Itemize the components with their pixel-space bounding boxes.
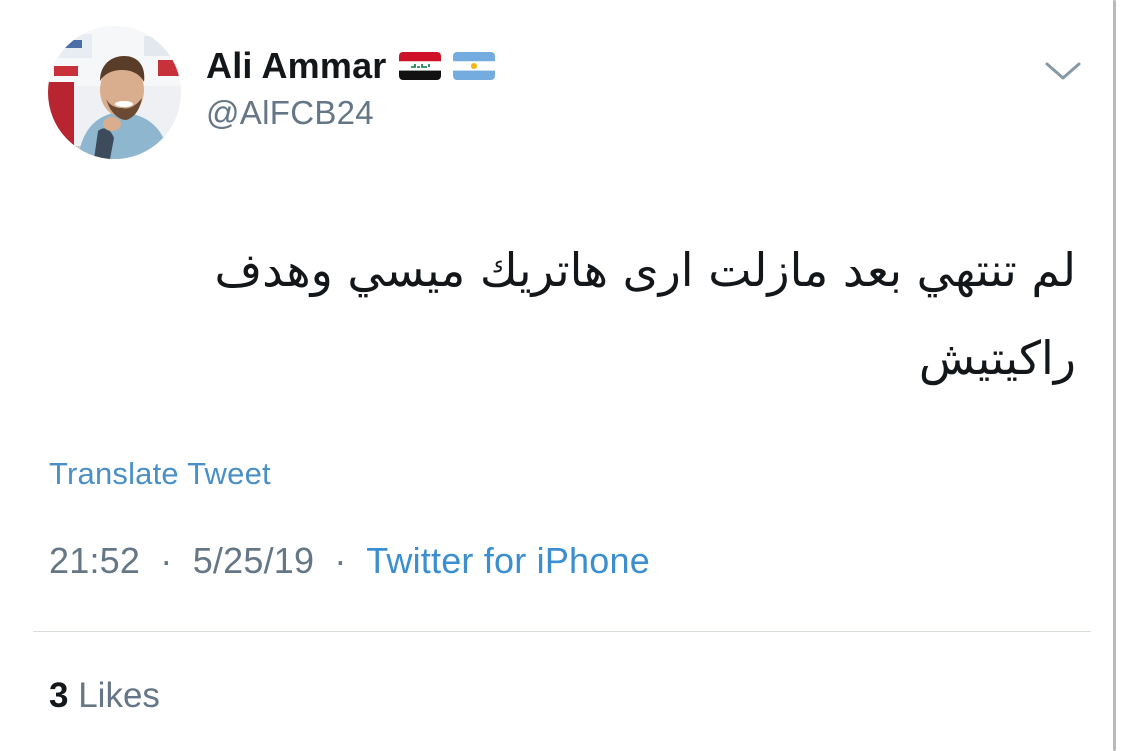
author-name-row[interactable]: Ali Ammar [206, 44, 495, 88]
tweet-time: 21:52 [49, 540, 141, 581]
scrollbar[interactable] [1113, 0, 1116, 751]
divider [33, 631, 1091, 632]
meta-separator: · [334, 540, 347, 581]
tweet-meta: 21:52 · 5/25/19 · Twitter for iPhone [49, 540, 650, 582]
author-display-name[interactable]: Ali Ammar [206, 45, 387, 87]
tweet-detail-view: Ali Ammar @AlFCB24 لم تنتهي بعد مازلت ار… [0, 0, 1124, 751]
iraq-flag-icon [398, 52, 441, 80]
argentina-flag-icon [452, 52, 495, 80]
chevron-down-icon[interactable] [1044, 56, 1082, 86]
meta-separator: · [160, 540, 173, 581]
likes-stat[interactable]: 3 Likes [49, 676, 160, 716]
likes-label: Likes [78, 676, 160, 715]
translate-tweet-link[interactable]: Translate Tweet [49, 456, 271, 492]
author-handle[interactable]: @AlFCB24 [206, 94, 374, 132]
tweet-source-link[interactable]: Twitter for iPhone [366, 540, 650, 581]
tweet-text-line: راكيتيش [918, 331, 1076, 385]
tweet-text-line: لم تنتهي بعد مازلت ارى هاتريك ميسي وهدف [214, 243, 1076, 297]
tweet-text: لم تنتهي بعد مازلت ارى هاتريك ميسي وهدف … [156, 226, 1076, 402]
likes-count: 3 [49, 676, 69, 715]
tweet-date: 5/25/19 [192, 540, 315, 581]
avatar[interactable] [48, 26, 181, 159]
